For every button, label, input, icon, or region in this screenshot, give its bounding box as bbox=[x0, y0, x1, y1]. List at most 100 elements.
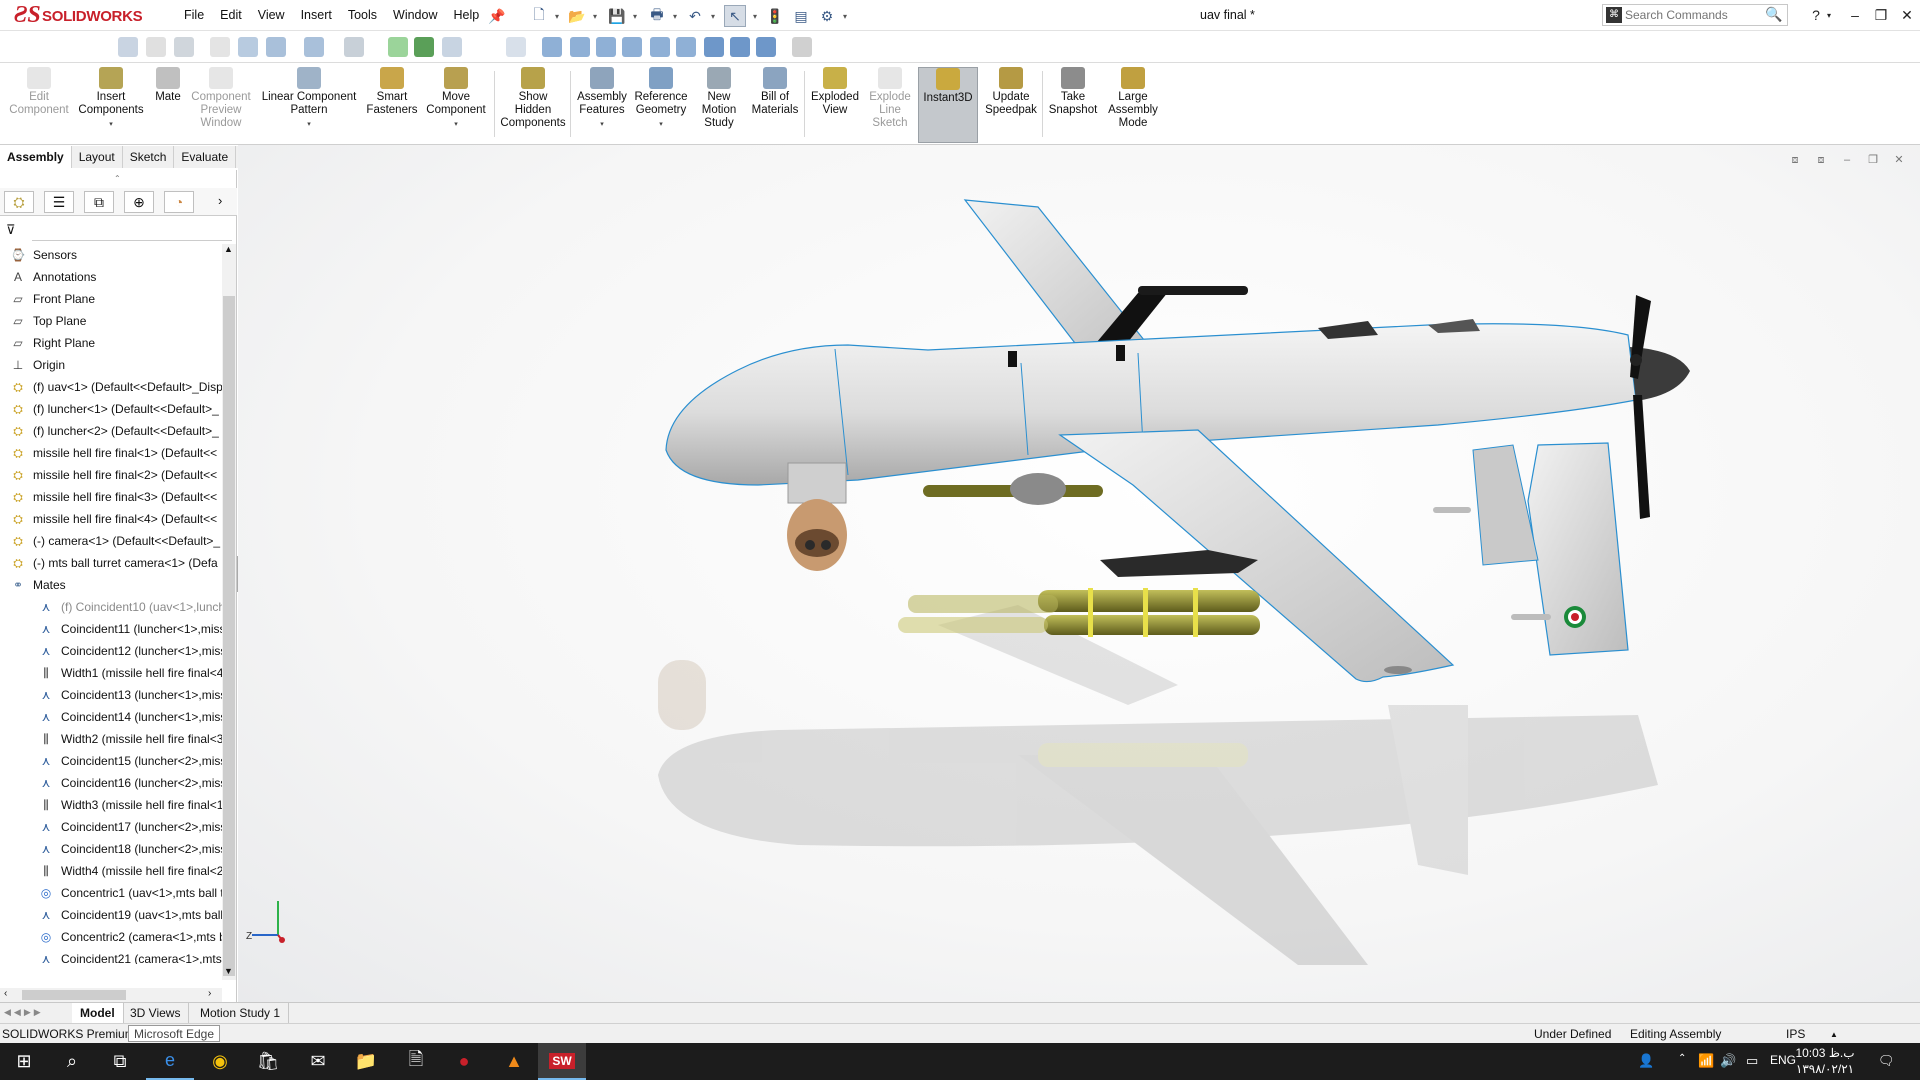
measure-icon[interactable] bbox=[792, 37, 812, 57]
graphics-area[interactable]: ⧈ ⧈ – ❐ ✕ Z bbox=[238, 145, 1920, 1002]
tab-layout[interactable]: Layout bbox=[71, 146, 123, 168]
tree-node[interactable]: ⋏ Coincident17 (luncher<2>,miss bbox=[0, 816, 222, 838]
dimetric-view-icon[interactable] bbox=[756, 37, 776, 57]
print-dropdown-icon[interactable]: ▾ bbox=[670, 5, 680, 27]
notifications-icon[interactable]: 🗨 bbox=[1878, 1053, 1895, 1069]
tree-node[interactable]: ⫼ Width3 (missile hell fire final<1: bbox=[0, 794, 222, 816]
zoom-to-fit-icon[interactable] bbox=[118, 37, 138, 57]
search-input[interactable] bbox=[1625, 7, 1755, 23]
normal-to-icon[interactable] bbox=[506, 37, 526, 57]
right-view-icon[interactable] bbox=[622, 37, 642, 57]
undo-dropdown-icon[interactable]: ▾ bbox=[708, 5, 718, 27]
tree-node[interactable]: ⛭ missile hell fire final<1> (Default<< bbox=[0, 442, 222, 464]
tab-navigation-icons[interactable]: ◀◀▶▶ bbox=[4, 1007, 44, 1018]
store-icon[interactable]: 🛍 bbox=[244, 1043, 292, 1080]
tree-node[interactable]: ⚭ Mates bbox=[0, 574, 222, 596]
more-tabs-icon[interactable]: › bbox=[218, 193, 222, 208]
insert-components-dropdown-icon[interactable]: ▾ bbox=[109, 118, 113, 131]
assembly-features-dropdown-icon[interactable]: ▾ bbox=[600, 118, 604, 131]
chrome-icon[interactable]: ◉ bbox=[196, 1043, 244, 1080]
bottom-view-icon[interactable] bbox=[676, 37, 696, 57]
model-tab-motion-study-1[interactable]: Motion Study 1 bbox=[192, 1003, 290, 1023]
hide-show-items-icon[interactable] bbox=[304, 37, 324, 57]
take-snapshot-button[interactable]: Take Snapshot bbox=[1046, 67, 1100, 143]
tree-node[interactable]: ⛭ (f) uav<1> (Default<<Default>_Disp bbox=[0, 376, 222, 398]
tree-node[interactable]: ⋏ Coincident13 (luncher<1>,miss bbox=[0, 684, 222, 706]
filter-icon[interactable]: ⊽ bbox=[6, 222, 16, 238]
tree-node[interactable]: ⋏ Coincident19 (uav<1>,mts ball bbox=[0, 904, 222, 926]
display-style-icon[interactable] bbox=[266, 37, 286, 57]
tab-assembly[interactable]: Assembly bbox=[0, 146, 72, 168]
unit-system[interactable]: IPS bbox=[1786, 1027, 1805, 1041]
back-view-icon[interactable] bbox=[570, 37, 590, 57]
minimize-icon[interactable]: – bbox=[1844, 4, 1866, 26]
solidworks-logo[interactable]: ƧS SOLIDWORKS bbox=[6, 2, 152, 29]
close-icon[interactable]: ✕ bbox=[1896, 4, 1918, 26]
show-hidden-components-button[interactable]: Show Hidden Components bbox=[500, 67, 566, 143]
tree-node[interactable]: ⛭ missile hell fire final<3> (Default<< bbox=[0, 486, 222, 508]
new-document-icon[interactable]: 🗋 bbox=[528, 5, 550, 27]
recorder-icon[interactable]: ● bbox=[440, 1043, 488, 1080]
dimxpertmanager-tab-icon[interactable]: ⊕ bbox=[124, 191, 154, 213]
select-dropdown-icon[interactable]: ▾ bbox=[750, 5, 760, 27]
section-view-icon[interactable] bbox=[210, 37, 230, 57]
tree-node[interactable]: ⛭ (f) luncher<2> (Default<<Default>_ bbox=[0, 420, 222, 442]
large-assembly-mode-button[interactable]: Large Assembly Mode bbox=[1104, 67, 1162, 143]
tree-node[interactable]: ⌚ Sensors bbox=[0, 244, 222, 266]
tree-node[interactable]: ⋏ Coincident16 (luncher<2>,miss bbox=[0, 772, 222, 794]
document-app-icon[interactable]: 🗎 bbox=[392, 1043, 440, 1080]
options-gear-icon[interactable]: ⚙ bbox=[816, 5, 838, 27]
trimetric-view-icon[interactable] bbox=[730, 37, 750, 57]
search-taskbar-icon[interactable]: ⌕ bbox=[48, 1043, 96, 1080]
instant3d-button[interactable]: Instant3D bbox=[918, 67, 978, 143]
linear-component-pattern-button[interactable]: Linear Component Pattern ▾ bbox=[258, 67, 360, 143]
vlc-icon[interactable]: ▲ bbox=[490, 1043, 538, 1080]
menu-file[interactable]: File bbox=[176, 6, 212, 24]
menu-insert[interactable]: Insert bbox=[293, 6, 340, 24]
assembly-features-button[interactable]: Assembly Features ▾ bbox=[574, 67, 630, 143]
open-icon[interactable]: 📂 bbox=[566, 5, 588, 27]
smart-fasteners-button[interactable]: Smart Fasteners bbox=[364, 67, 420, 143]
tree-horizontal-scrollbar[interactable]: ‹ › bbox=[0, 988, 222, 1002]
isometric-view-icon[interactable] bbox=[704, 37, 724, 57]
tree-vertical-scrollbar[interactable]: ▲ ▼ bbox=[222, 244, 236, 980]
scroll-right-icon[interactable]: › bbox=[208, 988, 211, 999]
tree-node[interactable]: ▱ Front Plane bbox=[0, 288, 222, 310]
zoom-to-area-icon[interactable] bbox=[146, 37, 166, 57]
menu-view[interactable]: View bbox=[250, 6, 293, 24]
tree-node[interactable]: ⋏ Coincident18 (luncher<2>,miss bbox=[0, 838, 222, 860]
front-view-icon[interactable] bbox=[542, 37, 562, 57]
start-windows-icon[interactable]: ⊞ bbox=[0, 1043, 48, 1080]
tree-node[interactable]: ⋏ Coincident15 (luncher<2>,miss bbox=[0, 750, 222, 772]
scroll-up-icon[interactable]: ▲ bbox=[224, 244, 233, 254]
menu-edit[interactable]: Edit bbox=[212, 6, 250, 24]
menu-window[interactable]: Window bbox=[385, 6, 445, 24]
tree-node[interactable]: ⊥ Origin bbox=[0, 354, 222, 376]
explode-line-sketch-button[interactable]: Explode Line Sketch bbox=[864, 67, 916, 143]
view-settings-icon[interactable] bbox=[414, 37, 434, 57]
tree-node[interactable]: ⛭ (-) mts ball turret camera<1> (Defa bbox=[0, 552, 222, 574]
file-properties-icon[interactable]: ▤ bbox=[790, 5, 812, 27]
tree-node[interactable]: ⫼ Width2 (missile hell fire final<3 bbox=[0, 728, 222, 750]
file-explorer-icon[interactable]: 📁 bbox=[342, 1043, 390, 1080]
solidworks-taskbar-icon[interactable]: SW bbox=[538, 1043, 586, 1080]
insert-components-button[interactable]: Insert Components ▾ bbox=[76, 67, 146, 143]
network-icon[interactable]: 📶 bbox=[1698, 1053, 1714, 1069]
tab-evaluate[interactable]: Evaluate bbox=[174, 146, 237, 168]
tree-node[interactable]: ⛭ (-) camera<1> (Default<<Default>_ bbox=[0, 530, 222, 552]
scroll-down-icon[interactable]: ▼ bbox=[224, 966, 233, 976]
taskbar-clock[interactable]: 10:03 ب.ظ ۱۳۹۸/۰۲/۲۱ bbox=[1790, 1045, 1860, 1077]
volume-icon[interactable]: 🔊 bbox=[1720, 1053, 1736, 1069]
help-dropdown-icon[interactable]: ▾ bbox=[1824, 4, 1834, 26]
apply-scene-icon[interactable] bbox=[388, 37, 408, 57]
tree-node[interactable]: ⛭ missile hell fire final<2> (Default<< bbox=[0, 464, 222, 486]
bill-of-materials-button[interactable]: Bill of Materials bbox=[748, 67, 802, 143]
component-preview-window-button[interactable]: Component Preview Window bbox=[188, 67, 254, 143]
open-dropdown-icon[interactable]: ▾ bbox=[590, 5, 600, 27]
move-component-dropdown-icon[interactable]: ▾ bbox=[454, 118, 458, 131]
new-dropdown-icon[interactable]: ▾ bbox=[552, 5, 562, 27]
featuremanager-tab-icon[interactable]: ⛭ bbox=[4, 191, 34, 213]
people-icon[interactable]: 👤 bbox=[1638, 1053, 1654, 1069]
tab-sketch[interactable]: Sketch bbox=[122, 146, 175, 168]
mate-button[interactable]: Mate bbox=[150, 67, 186, 143]
